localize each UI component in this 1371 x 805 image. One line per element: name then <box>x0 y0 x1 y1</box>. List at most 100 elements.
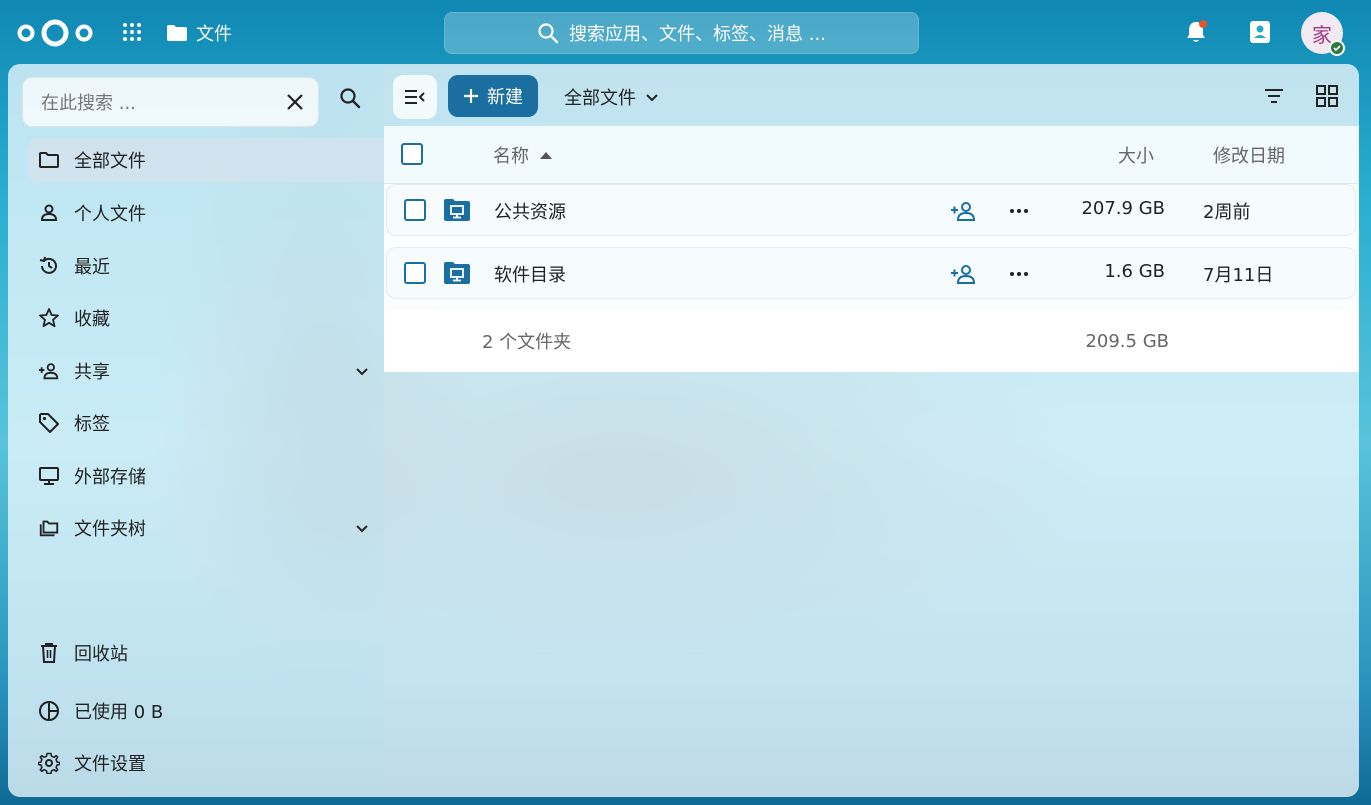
sidebar-item-label: 全部文件 <box>74 151 146 172</box>
sidebar-item-trash[interactable]: 回收站 <box>28 631 384 675</box>
share-icon <box>951 265 976 284</box>
sidebar-item-label: 文件设置 <box>74 754 146 775</box>
file-modified: 2周前 <box>1203 202 1251 223</box>
menu-collapse-icon <box>405 90 425 104</box>
toggle-navigation-button[interactable] <box>393 75 437 119</box>
navigation-sidebar: 在此搜索 ... 全部文件 个人文件 最近 收藏 共享 标签 外部存储 文件夹树… <box>8 64 384 797</box>
column-name-label: 名称 <box>493 146 529 167</box>
search-icon <box>340 88 361 109</box>
breadcrumb-current: 全部文件 <box>564 88 636 109</box>
external-folder-icon <box>444 262 470 284</box>
notifications-button[interactable] <box>1180 16 1212 48</box>
filter-icon <box>1265 89 1283 103</box>
sidebar-item-label: 标签 <box>74 414 110 435</box>
chevron-down-icon <box>646 94 658 102</box>
contacts-icon <box>1250 21 1270 43</box>
gear-icon <box>38 752 60 774</box>
file-name[interactable]: 软件目录 <box>494 261 566 287</box>
plus-icon <box>464 89 478 103</box>
apps-menu-icon[interactable] <box>122 22 142 42</box>
sidebar-item-label: 外部存储 <box>74 467 146 488</box>
top-header: 文件 搜索应用、文件、标签、消息 ... 家 <box>0 0 1371 64</box>
user-avatar[interactable]: 家 <box>1301 12 1345 56</box>
new-button-label: 新建 <box>487 87 523 108</box>
sidebar-item-quota[interactable]: 已使用 0 B <box>28 689 384 733</box>
sidebar-search-field[interactable]: 在此搜索 ... <box>22 77 319 127</box>
sidebar-item-folder-tree[interactable]: 文件夹树 <box>28 506 384 550</box>
file-size: 207.9 GB <box>1081 198 1165 219</box>
sidebar-item-label: 已使用 0 B <box>74 702 164 723</box>
sidebar-item-settings[interactable]: 文件设置 <box>28 741 384 785</box>
external-folder-icon <box>444 199 470 221</box>
share-icon <box>951 202 976 221</box>
breadcrumb[interactable]: 全部文件 <box>564 82 660 112</box>
current-app[interactable]: 文件 <box>166 18 232 48</box>
files-main-content: 新建 全部文件 名称 大小 修改日期 公共资源 207.9 GB 2周前 软件目… <box>384 64 1359 797</box>
online-status-icon <box>1329 40 1345 56</box>
sidebar-item-personal-files[interactable]: 个人文件 <box>28 191 384 235</box>
folder-tree-icon <box>38 517 60 539</box>
clear-search-button[interactable] <box>280 87 310 117</box>
sidebar-item-favorites[interactable]: 收藏 <box>28 296 384 340</box>
folder-icon <box>38 149 60 171</box>
chevron-down-icon[interactable] <box>352 361 372 381</box>
sort-by-name-button[interactable]: 名称 <box>493 142 553 168</box>
tag-icon <box>38 412 60 434</box>
star-icon <box>38 307 60 329</box>
more-horizontal-icon <box>1010 209 1028 213</box>
row-checkbox[interactable] <box>404 262 426 284</box>
table-row[interactable]: 软件目录 1.6 GB 7月11日 <box>386 247 1356 299</box>
more-actions-button[interactable] <box>1005 260 1033 288</box>
column-size-label: 大小 <box>1118 146 1154 167</box>
chevron-down-icon[interactable] <box>352 518 372 538</box>
sidebar-item-tags[interactable]: 标签 <box>28 401 384 445</box>
grid-view-icon <box>1316 85 1338 107</box>
sidebar-item-recent[interactable]: 最近 <box>28 244 384 288</box>
sidebar-search-button[interactable] <box>334 82 366 114</box>
bell-icon <box>1187 20 1207 42</box>
sidebar-item-label: 个人文件 <box>74 204 146 225</box>
sort-by-size-button[interactable]: 大小 <box>1118 142 1154 168</box>
sort-ascending-icon <box>540 152 552 159</box>
new-button[interactable]: 新建 <box>448 75 538 117</box>
sidebar-search-placeholder: 在此搜索 ... <box>41 93 136 114</box>
total-size: 209.5 GB <box>1085 330 1169 352</box>
search-placeholder: 搜索应用、文件、标签、消息 ... <box>569 24 826 45</box>
grid-view-button[interactable] <box>1311 80 1343 112</box>
row-checkbox[interactable] <box>404 199 426 221</box>
sidebar-item-all-files[interactable]: 全部文件 <box>28 138 384 182</box>
sidebar-item-label: 文件夹树 <box>74 519 146 540</box>
select-all-checkbox[interactable] <box>401 143 423 165</box>
contacts-button[interactable] <box>1244 16 1276 48</box>
column-modified-label: 修改日期 <box>1213 146 1285 167</box>
filter-button[interactable] <box>1258 80 1290 112</box>
trash-icon <box>38 642 60 664</box>
close-icon <box>287 94 303 110</box>
file-name[interactable]: 公共资源 <box>494 198 566 224</box>
sidebar-item-shares[interactable]: 共享 <box>28 349 384 393</box>
files-list-header: 名称 大小 修改日期 <box>384 126 1359 184</box>
table-row[interactable]: 公共资源 207.9 GB 2周前 <box>386 184 1356 236</box>
sidebar-item-label: 回收站 <box>74 644 128 665</box>
file-modified: 7月11日 <box>1203 265 1274 286</box>
sidebar-item-label: 收藏 <box>74 309 110 330</box>
pie-chart-icon <box>38 700 60 722</box>
files-list: 名称 大小 修改日期 公共资源 207.9 GB 2周前 软件目录 1.6 GB… <box>384 126 1359 372</box>
nextcloud-logo-icon[interactable] <box>16 18 94 48</box>
app-title-label: 文件 <box>196 24 232 45</box>
file-size: 1.6 GB <box>1104 261 1165 282</box>
search-icon <box>538 23 559 44</box>
share-button[interactable] <box>949 197 977 225</box>
share-icon <box>38 360 60 382</box>
sidebar-item-label: 最近 <box>74 257 110 278</box>
folder-icon <box>167 25 187 41</box>
sidebar-item-external-storage[interactable]: 外部存储 <box>28 454 384 498</box>
share-button[interactable] <box>949 260 977 288</box>
monitor-icon <box>38 465 60 487</box>
sort-by-modified-button[interactable]: 修改日期 <box>1213 142 1285 168</box>
folder-count: 2 个文件夹 <box>482 332 572 353</box>
more-horizontal-icon <box>1010 272 1028 276</box>
more-actions-button[interactable] <box>1005 197 1033 225</box>
unified-search-button[interactable]: 搜索应用、文件、标签、消息 ... <box>444 12 919 54</box>
files-toolbar: 新建 全部文件 <box>384 64 1359 126</box>
